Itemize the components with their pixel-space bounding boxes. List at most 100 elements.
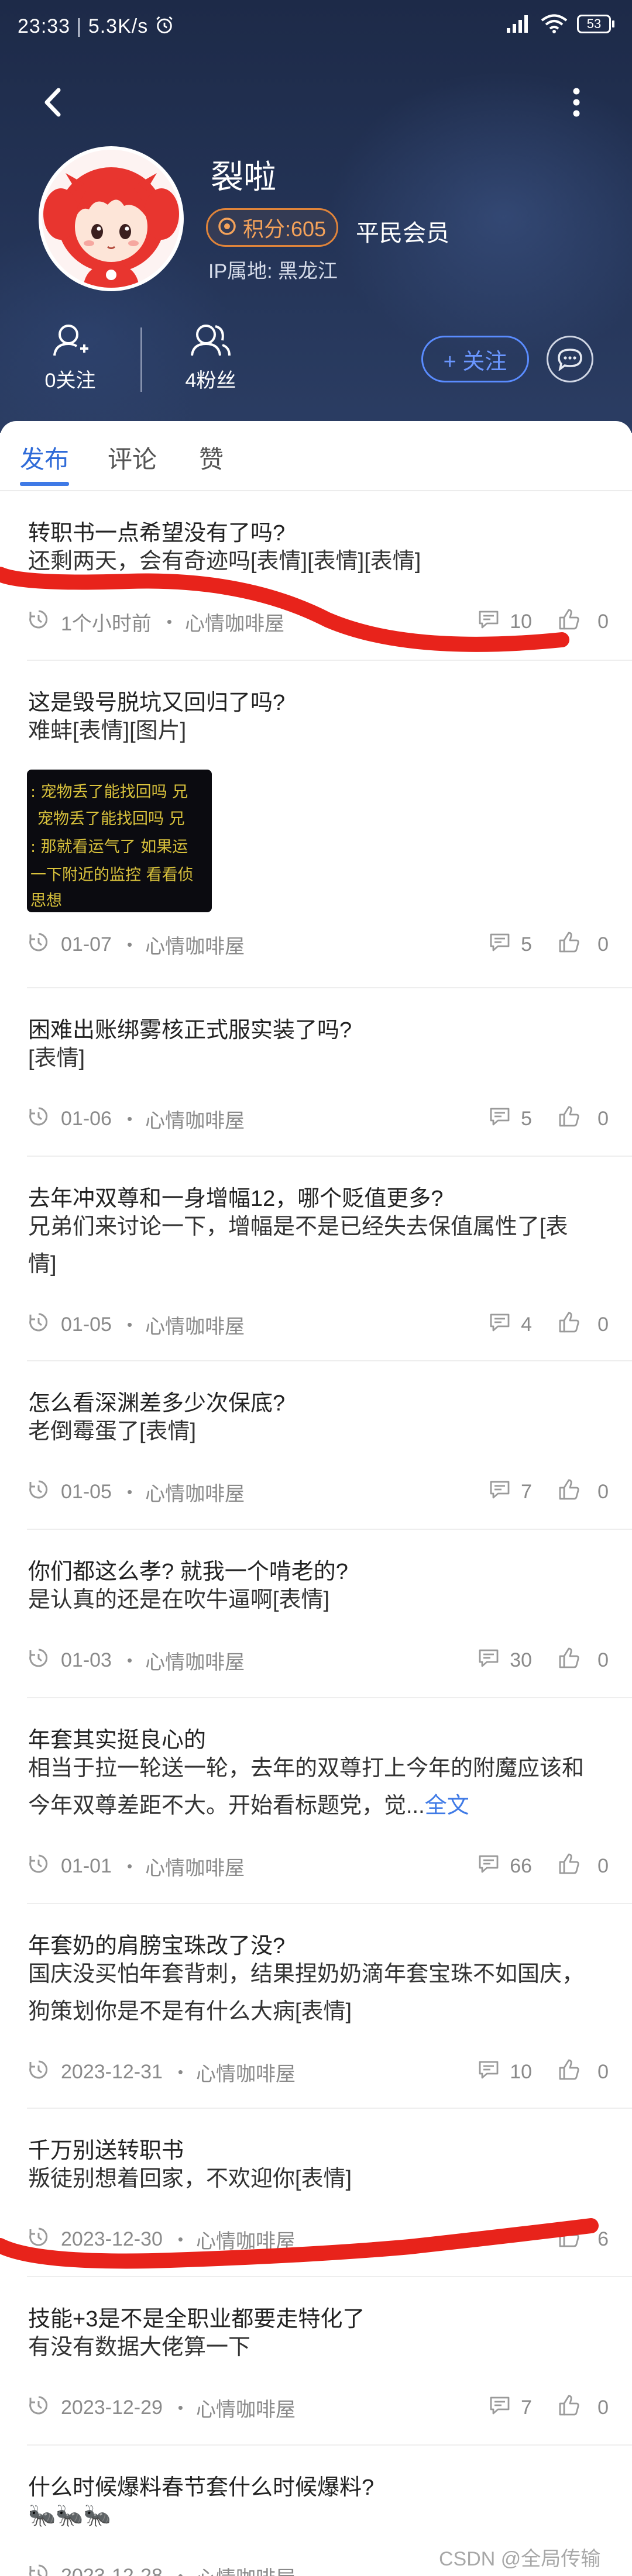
post-body: 国庆没买怕年套背刺，结果捏奶奶滴年套宝珠不如国庆，狗策划你是不是有什么大病[表情… xyxy=(28,1956,590,2030)
post-image-text-line: 思想 xyxy=(30,892,62,910)
post-image[interactable]: : 宠物丢了能找回吗 兄宠物丢了能找回吗 兄: 那就看运气了 如果运 一下附近的监… xyxy=(27,770,212,912)
post-date: 01-05 xyxy=(61,1313,112,1336)
like-count: 0 xyxy=(597,610,609,633)
watermark: CSDN @全局传输 xyxy=(439,2548,601,2570)
like-button[interactable]: 0 xyxy=(558,1853,609,1880)
tab-likes[interactable]: 赞 xyxy=(199,440,224,475)
post-item[interactable]: 怎么看深渊差多少次保底? 老倒霉蛋了[表情] 01-05 • 心情咖啡屋 7 0 xyxy=(0,1361,632,1530)
message-button[interactable] xyxy=(547,336,593,382)
thumbs-up-icon xyxy=(558,931,581,958)
comment-count: 66 xyxy=(510,1854,533,1877)
separator-dot: • xyxy=(177,2230,184,2248)
points-badge[interactable]: 积分:605 xyxy=(206,208,339,247)
separator-dot: • xyxy=(177,2567,184,2576)
read-more-link[interactable]: 全文 xyxy=(425,1794,469,1818)
like-count: 0 xyxy=(597,1313,609,1336)
like-count: 0 xyxy=(597,2060,609,2083)
post-meta: 01-05 • 心情咖啡屋 4 0 xyxy=(28,1310,609,1339)
tab-comments[interactable]: 评论 xyxy=(108,440,157,475)
post-body-text: 老倒霉蛋了[表情] xyxy=(28,1419,197,1444)
post-item[interactable]: 你们都这么孝? 就我一个啃老的? 是认真的还是在吹牛逼啊[表情] 01-03 • 心情咖… xyxy=(0,1530,632,1698)
comment-count-button[interactable]: 7 xyxy=(489,2395,532,2420)
post-item[interactable]: 这是毁号脱坑又回归了吗? 难蚌[表情][图片] : 宠物丢了能找回吗 兄宠物丢了能找… xyxy=(0,661,632,988)
like-button[interactable]: 0 xyxy=(558,931,609,958)
tab-bar: 发布 评论 赞 xyxy=(0,421,632,491)
post-date: 1个小时前 xyxy=(61,612,152,635)
points-coin-icon xyxy=(217,216,237,239)
status-bar: 23:33 | 5.3K/s 53 xyxy=(0,0,632,58)
battery-level: 53 xyxy=(577,15,611,33)
post-item[interactable]: 技能+3是不是全职业都要走特化了 有没有数据大佬算一下 2023-12-29 • 心情咖… xyxy=(0,2277,632,2446)
comment-icon xyxy=(478,2060,499,2085)
post-title: 你们都这么孝? 就我一个啃老的? xyxy=(28,1560,348,1584)
post-date: 01-01 xyxy=(61,1854,112,1877)
like-button[interactable]: 0 xyxy=(558,2058,609,2086)
comment-count-button[interactable]: 4 xyxy=(489,1312,532,1337)
post-title: 什么时候爆料春节套什么时候爆料? xyxy=(28,2475,375,2500)
post-item[interactable]: 转职书一点希望没有了吗? 还剩两天，会有奇迹吗[表情][表情][表情] 1个小时前 •… xyxy=(0,491,632,661)
post-item[interactable]: 千万别送转职书 叛徒别想着回家，不欢迎你[表情] 2023-12-30 • 心情咖啡屋 6 xyxy=(0,2109,632,2277)
post-body-text: 有没有数据大佬算一下 xyxy=(28,2335,251,2360)
more-options-button[interactable] xyxy=(562,82,591,123)
like-button[interactable]: 0 xyxy=(558,608,609,636)
like-button[interactable]: 0 xyxy=(558,1478,609,1506)
like-button[interactable]: 0 xyxy=(558,1647,609,1674)
history-clock-icon xyxy=(28,2395,49,2421)
like-button[interactable]: 0 xyxy=(558,2394,609,2422)
post-body-text: 相当于拉一轮送一轮，去年的双尊打上今年的附魔应该和今年双尊差距不大。开始看标题党… xyxy=(28,1756,585,1818)
avatar[interactable] xyxy=(39,146,184,291)
post-title: 这是毁号脱坑又回归了吗? xyxy=(28,691,286,715)
post-item[interactable]: 去年冲双尊和一身增幅12，哪个贬值更多? 兄弟们来讨论一下，增幅是不是已经失去保值… xyxy=(0,1157,632,1361)
post-body-text: 叛徒别想着回家，不欢迎你[表情] xyxy=(28,2167,352,2191)
post-body-text: 🐜🐜🐜 xyxy=(28,2503,111,2528)
post-board: 心情咖啡屋 xyxy=(196,2562,296,2576)
back-button[interactable] xyxy=(35,82,70,123)
post-meta: 2023-12-30 • 心情咖啡屋 6 xyxy=(28,2225,609,2254)
points-label: 积分:605 xyxy=(243,217,327,241)
post-body: [表情] xyxy=(28,1040,590,1077)
post-body: 有没有数据大佬算一下 xyxy=(28,2329,590,2366)
post-item[interactable]: 年套其实挺良心的 相当于拉一轮送一轮，去年的双尊打上今年的附魔应该和今年双尊差距不… xyxy=(0,1698,632,1904)
post-board: 心情咖啡屋 xyxy=(145,1482,245,1505)
post-item[interactable]: 年套奶的肩膀宝珠改了没? 国庆没买怕年套背刺，结果捏奶奶滴年套宝珠不如国庆，狗策划… xyxy=(0,1904,632,2109)
post-meta: 1个小时前 • 心情咖啡屋 10 0 xyxy=(28,607,609,636)
post-meta: 01-07 • 心情咖啡屋 5 0 xyxy=(28,930,609,959)
fans-stat[interactable]: 4粉丝 xyxy=(170,322,252,393)
comment-icon xyxy=(478,609,499,634)
comment-count-button[interactable]: 10 xyxy=(478,2060,532,2085)
like-count: 0 xyxy=(597,1854,609,1877)
tab-posts[interactable]: 发布 xyxy=(20,440,69,475)
post-body-text: 难蚌[表情][图片] xyxy=(28,719,187,743)
post-meta: 01-06 • 心情咖啡屋 5 0 xyxy=(28,1104,609,1133)
comment-count-button[interactable]: 5 xyxy=(489,1106,532,1132)
comment-count: 7 xyxy=(521,2396,533,2419)
post-item[interactable]: 困难出账绑雾核正式服实装了吗? [表情] 01-06 • 心情咖啡屋 5 0 xyxy=(0,988,632,1157)
comment-count-button[interactable]: 66 xyxy=(478,1854,532,1879)
history-clock-icon xyxy=(28,1106,49,1132)
battery-icon: 53 xyxy=(577,15,614,33)
post-title: 年套奶的肩膀宝珠改了没? xyxy=(28,1934,286,1958)
post-board: 心情咖啡屋 xyxy=(145,1315,245,1338)
history-clock-icon xyxy=(28,1479,49,1505)
thumbs-up-icon xyxy=(558,2058,581,2086)
following-stat[interactable]: 0关注 xyxy=(29,322,111,393)
like-button[interactable]: 0 xyxy=(558,1105,609,1133)
post-date: 01-07 xyxy=(61,933,112,956)
post-body-text: 是认真的还是在吹牛逼啊[表情] xyxy=(28,1588,330,1612)
history-clock-icon xyxy=(28,1853,49,1880)
post-body: 兄弟们来讨论一下，增幅是不是已经失去保值属性了[表情] xyxy=(28,1208,590,1283)
like-button[interactable]: 0 xyxy=(558,1311,609,1339)
comment-count-button[interactable]: 30 xyxy=(478,1648,532,1673)
comment-count-button[interactable]: 10 xyxy=(478,609,532,634)
comment-count-button[interactable]: 7 xyxy=(489,1480,532,1505)
follow-button[interactable]: + 关注 xyxy=(421,336,529,382)
more-vertical-icon xyxy=(573,88,580,117)
fans-label: 4粉丝 xyxy=(185,370,236,392)
like-count: 0 xyxy=(597,1480,609,1503)
post-board: 心情咖啡屋 xyxy=(145,1651,245,1674)
comment-count-button[interactable]: 5 xyxy=(489,932,532,957)
stat-divider xyxy=(140,327,142,392)
like-button[interactable]: 6 xyxy=(558,2226,609,2253)
comment-icon xyxy=(489,1106,510,1132)
post-body-text: 国庆没买怕年套背刺，结果捏奶奶滴年套宝珠不如国庆，狗策划你是不是有什么大病[表情… xyxy=(28,1962,585,2024)
